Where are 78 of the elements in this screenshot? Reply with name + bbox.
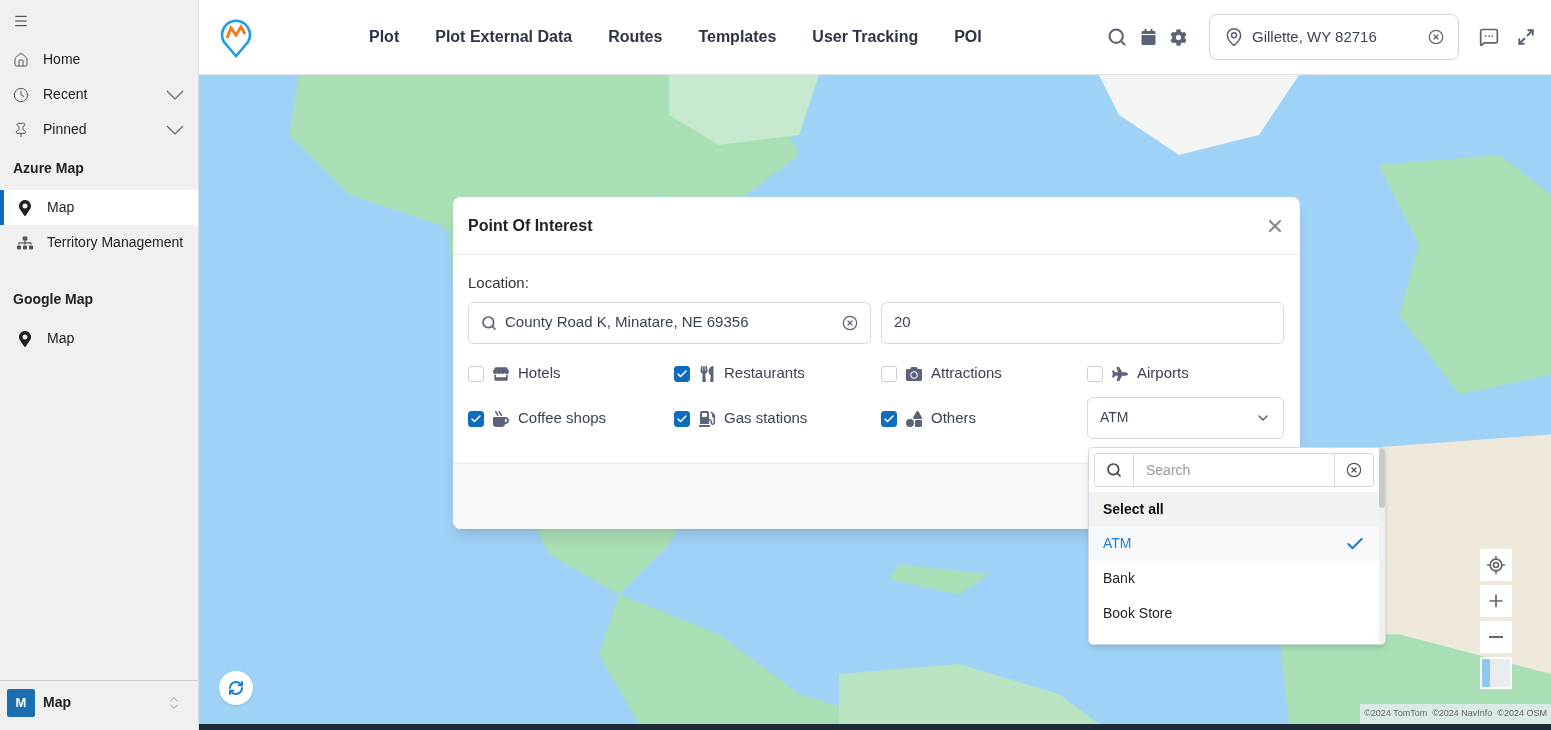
- chevron-down-icon: [166, 89, 184, 100]
- sidebar-item[interactable]: Recent: [0, 77, 198, 112]
- dropdown-option[interactable]: Book Store: [1089, 596, 1379, 631]
- camera-icon: [906, 365, 922, 382]
- chat-icon[interactable]: [1479, 27, 1499, 47]
- store-icon: [493, 365, 509, 382]
- locate-button[interactable]: [1480, 549, 1512, 581]
- section-heading: Azure Map: [12, 159, 85, 178]
- shapes-icon: [906, 410, 922, 427]
- locate-icon: [1486, 555, 1506, 575]
- category-label: Airports: [1137, 363, 1189, 384]
- checkbox[interactable]: [881, 410, 897, 427]
- map-thumbnail-icon: [1482, 659, 1510, 687]
- map-marker-icon: [17, 199, 33, 216]
- zoom-out-button[interactable]: [1480, 621, 1512, 653]
- utensils-icon: [699, 365, 715, 382]
- search-icon: [481, 314, 497, 331]
- dropdown-option[interactable]: ATM: [1089, 526, 1379, 561]
- select-all-option[interactable]: Select all: [1089, 492, 1379, 526]
- nav-link[interactable]: User Tracking: [812, 25, 919, 49]
- zoom-in-button[interactable]: [1480, 585, 1512, 617]
- category-label: Hotels: [518, 363, 561, 384]
- category-label: Others: [931, 408, 976, 429]
- search-icon[interactable]: [1107, 27, 1127, 47]
- checkbox[interactable]: [674, 365, 690, 382]
- sidebar-item[interactable]: Territory Management: [0, 225, 198, 260]
- poi-type-select[interactable]: ATM: [1087, 396, 1284, 439]
- nav-link[interactable]: POI: [954, 25, 982, 49]
- map-marker-icon: [17, 330, 33, 347]
- expand-icon[interactable]: [1517, 28, 1535, 46]
- gas-pump-icon: [699, 410, 715, 427]
- minus-icon: [1489, 636, 1503, 638]
- location-label: Location:: [468, 273, 530, 293]
- location-search-field[interactable]: County Road K, Minatare, NE 69356: [468, 301, 871, 344]
- avatar-badge: M: [7, 688, 35, 717]
- chevron-down-icon: [166, 124, 184, 135]
- sidebar-item[interactable]: Pinned: [0, 112, 198, 147]
- calendar-icon[interactable]: [1141, 29, 1156, 45]
- sidebar-item[interactable]: Home: [0, 42, 198, 77]
- clock-icon: [13, 86, 29, 103]
- nav-link[interactable]: Routes: [608, 25, 663, 49]
- category-label: Gas stations: [724, 408, 808, 429]
- network-icon: [17, 234, 33, 251]
- sidebar-footer[interactable]: M Map: [0, 680, 198, 724]
- category-label: Attractions: [931, 363, 1002, 384]
- settings-icon[interactable]: [1170, 28, 1187, 46]
- menu-icon[interactable]: [13, 13, 29, 29]
- check-icon: [676, 412, 688, 425]
- map-attribution: ©2024 TomTom ©2024 NavInfo ©2024 OSM: [1360, 704, 1551, 724]
- plane-icon: [1112, 365, 1128, 382]
- footer-label: Map: [43, 693, 72, 712]
- clear-icon[interactable]: [842, 314, 858, 331]
- check-icon: [883, 412, 895, 425]
- dropdown-option[interactable]: Bank: [1089, 561, 1379, 596]
- category-label: Coffee shops: [518, 408, 607, 429]
- sidebar-item[interactable]: Map: [0, 321, 198, 356]
- clear-icon[interactable]: [1428, 29, 1444, 45]
- checkbox[interactable]: [674, 410, 690, 427]
- section-heading: Google Map: [12, 290, 95, 309]
- pin-icon: [13, 121, 29, 138]
- search-icon: [1106, 462, 1122, 478]
- location-field[interactable]: Gillette, WY 82716: [1209, 14, 1459, 60]
- sidebar-item[interactable]: Map: [0, 190, 198, 225]
- scrollbar-thumb[interactable]: [1379, 448, 1385, 508]
- nav-link[interactable]: Plot: [369, 25, 400, 49]
- refresh-icon: [228, 680, 244, 696]
- check-icon: [470, 412, 482, 425]
- radius-field[interactable]: 20: [881, 301, 1284, 344]
- check-icon: [676, 367, 688, 380]
- home-icon: [13, 51, 29, 68]
- map-pin-icon: [1224, 27, 1244, 47]
- checkbox[interactable]: [468, 410, 484, 427]
- clear-icon[interactable]: [1346, 462, 1362, 478]
- dialog-title: Point Of Interest: [468, 215, 594, 236]
- category-label: Restaurants: [724, 363, 805, 384]
- mug-icon: [493, 410, 509, 427]
- nav-link[interactable]: Templates: [698, 25, 777, 49]
- nav-link[interactable]: Plot External Data: [435, 25, 573, 49]
